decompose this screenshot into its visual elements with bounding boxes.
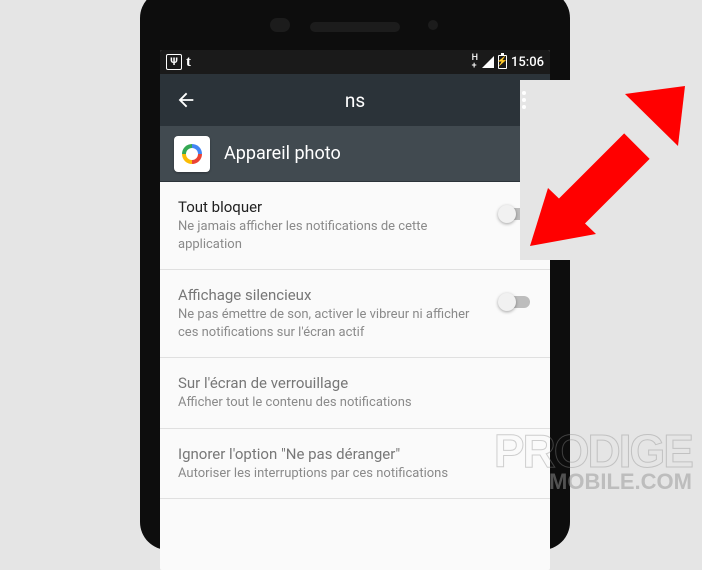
toggle-switch[interactable] <box>498 204 532 224</box>
status-bar: Ψ t H+ ⚡ 15:06 <box>160 50 550 74</box>
screen: Ψ t H+ ⚡ 15:06 ns <box>160 50 550 570</box>
page-title: ns <box>160 89 550 112</box>
usb-icon: Ψ <box>166 54 182 70</box>
phone-speaker <box>310 22 400 32</box>
setting-title: Sur l'écran de verrouillage <box>178 374 532 392</box>
camera-app-icon <box>174 136 210 172</box>
phone-frame: Ψ t H+ ⚡ 15:06 ns <box>140 0 570 550</box>
setting-subtitle: Autoriser les interruptions par ces noti… <box>178 465 532 483</box>
phone-sensor-left <box>270 18 290 32</box>
setting-lockscreen[interactable]: Sur l'écran de verrouillage Afficher tou… <box>160 358 550 429</box>
setting-subtitle: Ne jamais afficher les notifications de … <box>178 218 488 253</box>
signal-icon <box>482 56 494 68</box>
setting-subtitle: Afficher tout le contenu des notificatio… <box>178 394 532 412</box>
setting-title: Affichage silencieux <box>178 286 488 304</box>
back-button[interactable] <box>174 88 198 112</box>
phone-sensor-right <box>428 20 438 30</box>
setting-silent-display[interactable]: Affichage silencieux Ne pas émettre de s… <box>160 270 550 358</box>
app-name-label: Appareil photo <box>224 143 341 164</box>
battery-icon: ⚡ <box>498 55 507 69</box>
setting-title: Ignorer l'option "Ne pas déranger" <box>178 445 532 463</box>
clock-label: 15:06 <box>511 55 544 70</box>
settings-list: Tout bloquer Ne jamais afficher les noti… <box>160 182 550 499</box>
setting-title: Tout bloquer <box>178 198 488 216</box>
app-badge-icon: t <box>186 54 191 71</box>
setting-block-all[interactable]: Tout bloquer Ne jamais afficher les noti… <box>160 182 550 270</box>
toggle-switch[interactable] <box>498 292 532 312</box>
app-header: Appareil photo <box>160 126 550 182</box>
setting-ignore-dnd[interactable]: Ignorer l'option "Ne pas déranger" Autor… <box>160 429 550 500</box>
overflow-menu-button[interactable] <box>512 88 536 112</box>
network-type-label: H+ <box>472 54 478 70</box>
setting-subtitle: Ne pas émettre de son, activer le vibreu… <box>178 306 488 341</box>
app-bar: ns <box>160 74 550 126</box>
phone-side-button <box>568 170 574 240</box>
back-arrow-icon <box>175 89 197 111</box>
